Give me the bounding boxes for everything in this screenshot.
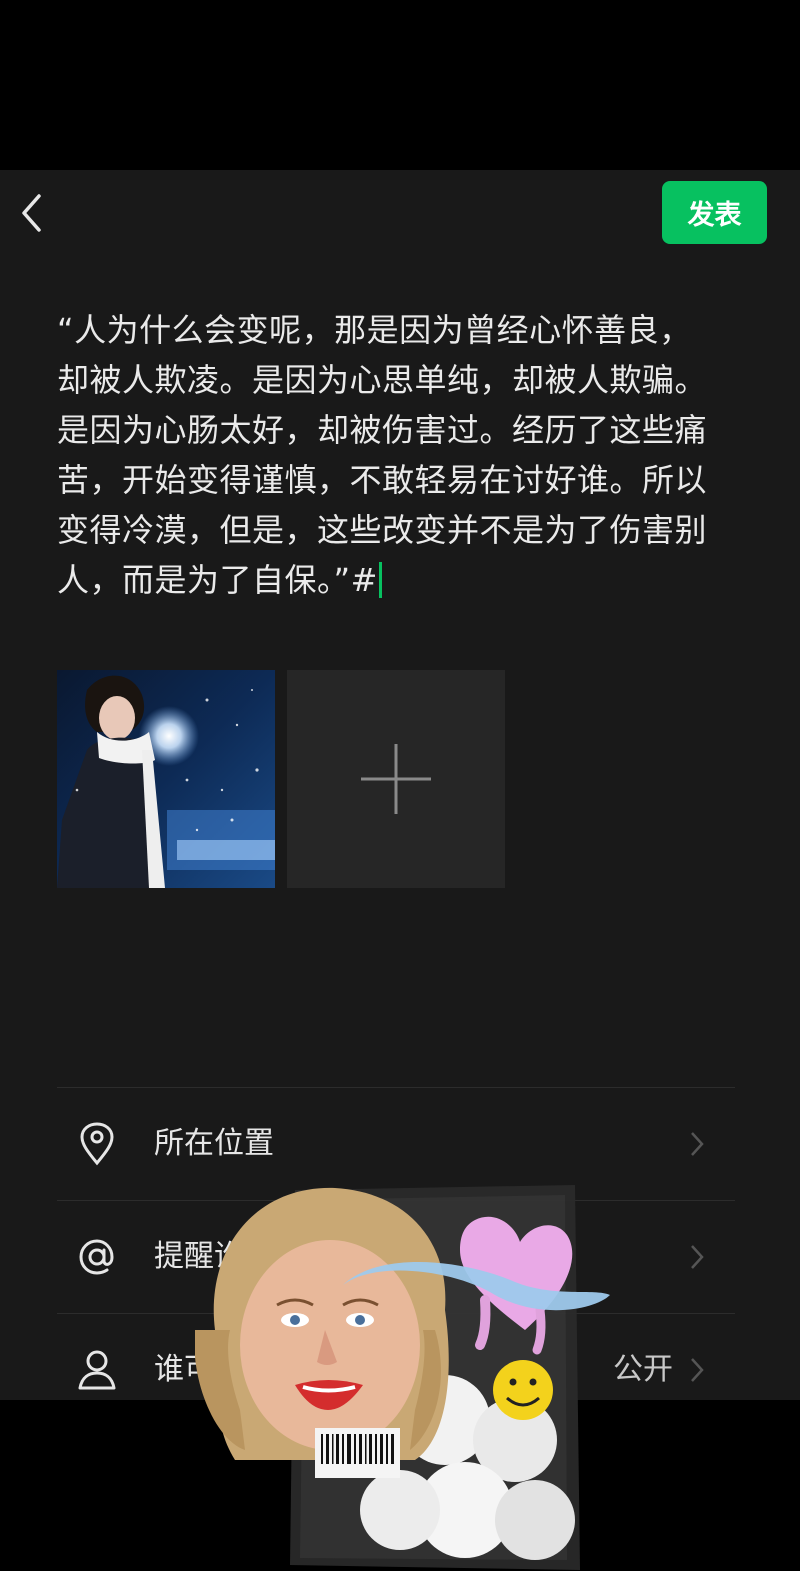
add-photo-button[interactable] xyxy=(287,670,505,888)
chevron-right-icon xyxy=(691,1245,704,1269)
visibility-value: 公开 xyxy=(613,1352,673,1387)
at-sign-icon xyxy=(79,1239,114,1275)
person-icon xyxy=(78,1350,116,1390)
chevron-right-icon xyxy=(691,1358,704,1382)
smiley-icon xyxy=(493,1360,553,1420)
photo-thumbnail[interactable] xyxy=(57,670,275,888)
photo-image xyxy=(57,670,275,888)
location-pin-icon xyxy=(80,1122,114,1166)
post-text-input[interactable]: “人为什么会变呢，那是因为曾经心怀善良，却被人欺凌。是因为心思单纯，却被人欺骗。… xyxy=(57,305,722,605)
post-text: “人为什么会变呢，那是因为曾经心怀善良，却被人欺凌。是因为心思单纯，却被人欺骗。… xyxy=(57,311,708,599)
back-button[interactable] xyxy=(14,190,54,236)
chevron-left-icon xyxy=(22,194,41,232)
text-caret xyxy=(378,562,382,598)
status-area xyxy=(0,0,800,170)
woman-face-icon xyxy=(195,1187,449,1460)
barcode-icon xyxy=(315,1428,400,1478)
publish-button[interactable]: 发表 xyxy=(662,181,767,244)
plus-icon xyxy=(361,744,431,814)
decorative-sticker xyxy=(195,1185,610,1570)
chevron-right-icon xyxy=(691,1132,704,1156)
